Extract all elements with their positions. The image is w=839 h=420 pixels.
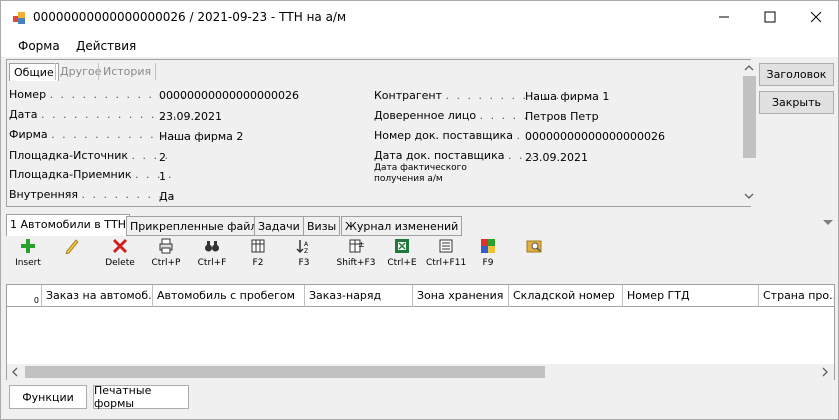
print-icon <box>146 238 186 258</box>
minimize-icon <box>719 16 729 18</box>
field-contractor-value: Наша фирма 1 <box>525 90 610 103</box>
field-source-label: Площадка-Источник . . . . <box>9 149 170 162</box>
tab-change-log[interactable]: Журнал изменений <box>341 216 463 236</box>
scroll-left-icon[interactable] <box>11 367 19 377</box>
search-folder-button[interactable] <box>514 238 554 258</box>
field-actual-receipt-label: Дата фактического получения а/м <box>374 163 467 184</box>
column-header[interactable]: Заказ-наряд <box>305 285 413 307</box>
find-button[interactable]: Ctrl+F <box>192 238 232 268</box>
close-icon <box>810 11 822 23</box>
field-target-label: Площадка-Приемник . . . . <box>9 168 174 181</box>
tab-history[interactable]: История <box>98 63 157 80</box>
field-internal-value: Да <box>159 190 175 203</box>
list-icon <box>426 238 466 258</box>
colors-icon <box>468 238 508 258</box>
field-firm-value: Наша фирма 2 <box>159 130 244 143</box>
column-header[interactable]: Автомобиль с пробегом <box>153 285 305 307</box>
scroll-down-icon[interactable] <box>744 192 754 200</box>
svg-text:±: ± <box>358 240 364 249</box>
svg-text:A: A <box>304 241 309 248</box>
export-excel-button[interactable]: Ctrl+E <box>382 238 422 268</box>
cars-grid: 0 Заказ на автомоб... Автомобиль с пробе… <box>6 284 835 380</box>
tabs-dropdown-icon[interactable] <box>823 220 833 226</box>
grid-header: 0 Заказ на автомоб... Автомобиль с пробе… <box>7 285 834 307</box>
scroll-up-icon[interactable] <box>744 64 754 72</box>
field-internal-label: Внутренняя . . . . . . . . . <box>9 188 175 201</box>
column-header[interactable]: Номер ГТД <box>623 285 759 307</box>
filter-button[interactable]: ± Shift+F3 <box>336 238 376 268</box>
header-button[interactable]: Заголовок <box>759 63 834 86</box>
tab-cars[interactable]: 1 Автомобили в ТТН <box>6 214 130 236</box>
tab-general[interactable]: Общие <box>9 63 59 81</box>
scroll-thumb[interactable] <box>25 366 545 378</box>
delete-button[interactable]: Delete <box>100 238 140 268</box>
column-header[interactable]: Заказ на автомоб... <box>42 285 153 307</box>
search-folder-icon <box>514 238 554 258</box>
toolbar: Insert Delete Ctrl+P Ctrl+F F2 AZ F3 ± S <box>6 236 835 278</box>
excel-icon <box>382 238 422 258</box>
header-vertical-scrollbar[interactable] <box>741 60 758 206</box>
edit-button[interactable] <box>52 238 92 258</box>
binoculars-icon <box>192 238 232 258</box>
title-bar: 00000000000000000026 / 2021-09-23 - ТТН … <box>1 1 838 35</box>
tab-attached-files[interactable]: Прикрепленные файлы <box>126 216 271 236</box>
plus-icon <box>8 238 48 258</box>
field-date-value: 23.09.2021 <box>159 110 222 123</box>
header-tabs-panel: Общие Другое История Номер . . . . . . .… <box>6 59 758 207</box>
field-trustee-label: Доверенное лицо . . . . . <box>374 109 530 122</box>
delete-icon <box>100 238 140 258</box>
tab-visas[interactable]: Визы <box>303 216 341 236</box>
scroll-right-icon[interactable] <box>821 367 829 377</box>
window-title: 00000000000000000026 / 2021-09-23 - ТТН … <box>33 10 347 24</box>
column-header[interactable]: Страна про... <box>759 285 834 307</box>
close-window-button[interactable] <box>793 1 839 33</box>
field-supplier-doc-number-value: 00000000000000000026 <box>525 130 665 143</box>
close-button[interactable]: Закрыть <box>759 91 834 114</box>
field-supplier-doc-number-label: Номер док. поставщика . . <box>374 129 534 142</box>
column-header[interactable]: Зона хранения <box>413 285 509 307</box>
columns-icon <box>238 238 278 258</box>
sort-button[interactable]: AZ F3 <box>284 238 324 268</box>
field-trustee-value: Петров Петр <box>525 110 599 123</box>
print-forms-button[interactable]: Печатные формы <box>93 384 189 410</box>
svg-text:Z: Z <box>304 248 308 254</box>
field-target-value: 1 <box>159 170 166 183</box>
menu-actions[interactable]: Действия <box>76 39 136 53</box>
field-supplier-doc-date-value: 23.09.2021 <box>525 151 588 164</box>
print-button[interactable]: Ctrl+P <box>146 238 186 268</box>
columns-button[interactable]: F2 <box>238 238 278 268</box>
minimize-button[interactable] <box>701 1 747 33</box>
field-number-value: 00000000000000000026 <box>159 89 299 102</box>
tab-tasks[interactable]: Задачи <box>254 216 304 236</box>
menu-form[interactable]: Форма <box>18 39 60 53</box>
maximize-button[interactable] <box>747 1 793 33</box>
field-supplier-doc-date-label: Дата док. поставщика . . . <box>374 149 536 162</box>
grid-horizontal-scrollbar[interactable] <box>7 364 834 380</box>
filter-icon: ± <box>336 238 376 258</box>
pencil-icon <box>52 238 92 258</box>
menu-bar: Форма Действия <box>1 35 838 57</box>
scroll-thumb[interactable] <box>743 76 756 158</box>
sort-icon: AZ <box>284 238 324 258</box>
column-header[interactable]: Складской номер <box>509 285 623 307</box>
list-button[interactable]: Ctrl+F11 <box>426 238 466 268</box>
row-count: 0 <box>7 285 42 307</box>
functions-button[interactable]: Функции <box>9 385 87 409</box>
maximize-icon <box>764 11 776 23</box>
app-window: 00000000000000000026 / 2021-09-23 - ТТН … <box>0 0 839 420</box>
insert-button[interactable]: Insert <box>8 238 48 268</box>
app-icon <box>13 12 25 24</box>
field-source-value: 2 <box>159 151 166 164</box>
colors-button[interactable]: F9 <box>468 238 508 268</box>
